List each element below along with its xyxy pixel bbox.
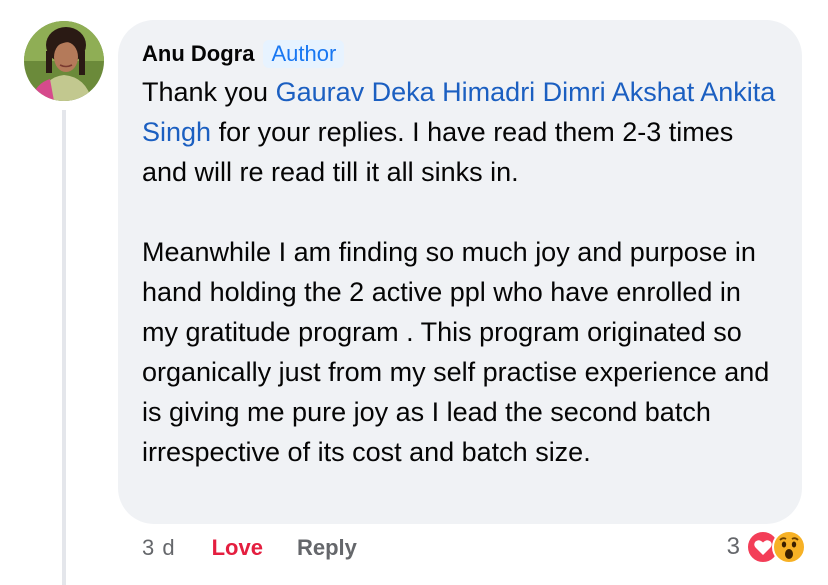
- comment-actions: 3 d Love Reply: [142, 530, 357, 566]
- comment-paragraph-1: Thank you Gaurav Deka Himadri Dimri Aksh…: [142, 77, 776, 187]
- comment-text: Thank you Gaurav Deka Himadri Dimri Aksh…: [142, 72, 782, 472]
- author-name[interactable]: Anu Dogra: [142, 41, 254, 67]
- avatar-photo: [24, 21, 104, 101]
- wow-icon: [772, 530, 806, 564]
- thread-line: [62, 110, 66, 585]
- reaction-summary[interactable]: 3: [727, 527, 806, 567]
- comment-bubble: Anu Dogra Author Thank you Gaurav Deka H…: [118, 20, 802, 524]
- comment-paragraph-2: Meanwhile I am finding so much joy and p…: [142, 237, 770, 467]
- avatar[interactable]: [24, 21, 104, 101]
- reply-button[interactable]: Reply: [297, 535, 357, 561]
- author-badge: Author: [263, 40, 345, 68]
- mention-gaurav-deka[interactable]: Gaurav Deka: [276, 77, 435, 107]
- mention-himadri-dimri[interactable]: Himadri Dimri: [442, 77, 606, 107]
- mention-akshat[interactable]: Akshat: [612, 77, 695, 107]
- reaction-count: 3: [726, 533, 740, 560]
- comment-timestamp[interactable]: 3 d: [142, 535, 176, 561]
- love-button[interactable]: Love: [212, 535, 263, 561]
